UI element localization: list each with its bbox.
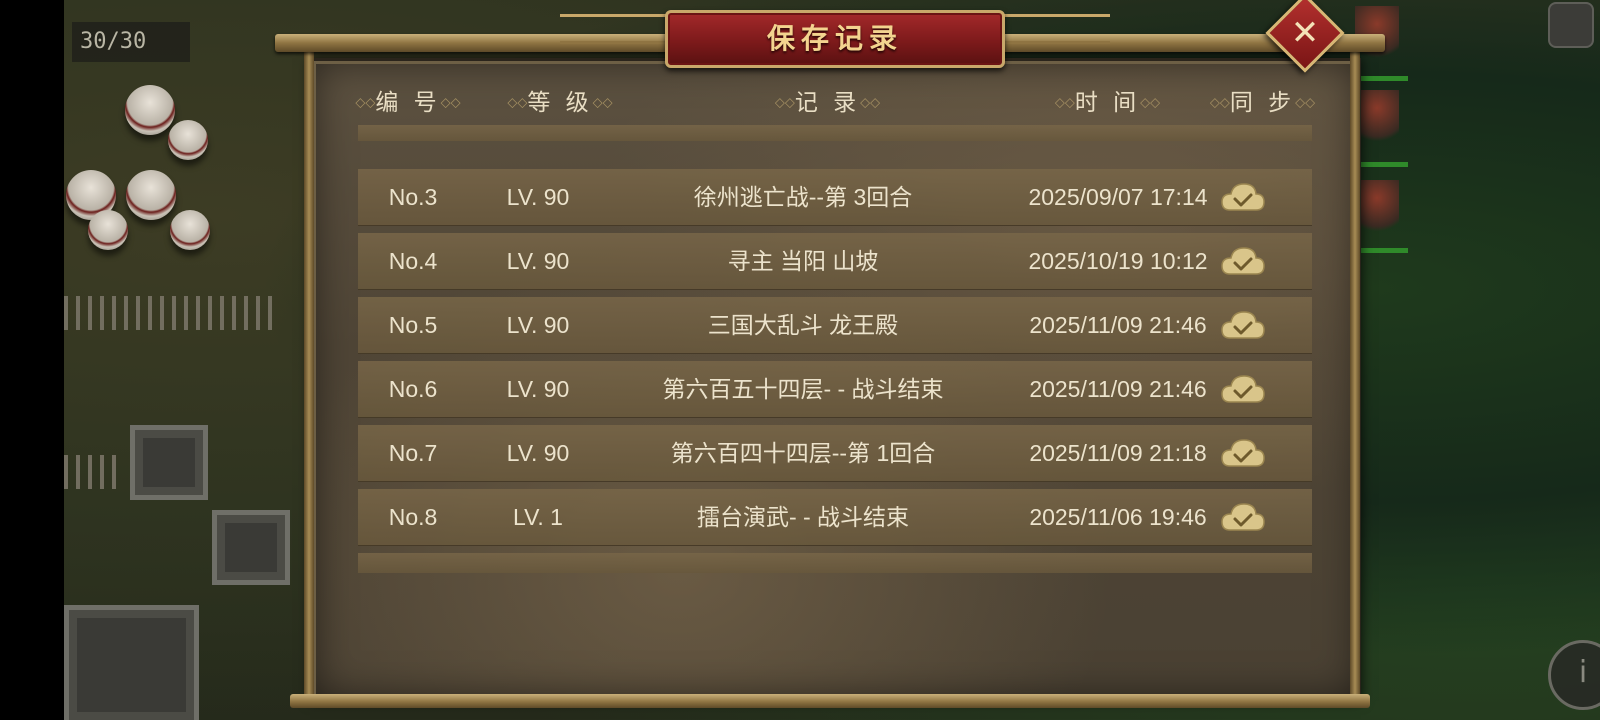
record-title: 第六百五十四层- - 战斗结束: [662, 376, 944, 402]
record-level: LV. 90: [506, 312, 570, 338]
save-record-row[interactable]: No.4 LV. 90 寻主 当阳 山坡 2025/10/19 10:12: [358, 233, 1312, 290]
column-header-record: ◇◇记 录◇◇: [774, 90, 881, 116]
column-header-number: ◇◇编 号◇◇: [355, 90, 461, 116]
record-time: 2025/10/19 10:12: [1028, 248, 1208, 274]
record-level: LV. 90: [506, 184, 570, 210]
record-time: 2025/11/06 19:46: [1029, 504, 1207, 530]
record-number: No.4: [388, 248, 438, 274]
enemy-unit[interactable]: [1355, 90, 1399, 150]
column-header-level: ◇◇等 级◇◇: [507, 90, 613, 116]
dialog-title: 保存记录: [766, 22, 903, 55]
record-number: No.6: [388, 376, 438, 402]
game-screen: 30/30 i 保存记录 ✕ ◇◇编 号◇◇ ◇◇等 级◇◇ ◇◇记 录◇◇ ◇…: [0, 0, 1600, 720]
record-time: 2025/11/09 21:18: [1029, 440, 1207, 466]
tent-icon: [168, 120, 208, 160]
tent-icon: [88, 210, 128, 250]
tent-icon: [170, 210, 210, 250]
fence: [64, 455, 124, 489]
record-title: 第六百四十四层--第 1回合: [670, 440, 936, 466]
cloud-check-icon[interactable]: [1220, 308, 1266, 342]
save-record-row[interactable]: No.8 LV. 1 擂台演武- - 战斗结束 2025/11/06 19:46: [358, 489, 1312, 546]
record-level: LV. 90: [506, 376, 570, 402]
fence: [64, 296, 274, 330]
fort-building: [130, 425, 208, 500]
record-title: 寻主 当阳 山坡: [727, 248, 879, 274]
record-level: LV. 90: [506, 248, 570, 274]
record-time: 2025/09/07 17:14: [1028, 184, 1208, 210]
save-record-row[interactable]: No.6 LV. 90 第六百五十四层- - 战斗结束 2025/11/09 2…: [358, 361, 1312, 418]
save-record-row[interactable]: No.3 LV. 90 徐州逃亡战--第 3回合 2025/09/07 17:1…: [358, 169, 1312, 226]
record-level: LV. 1: [513, 504, 563, 530]
fort-building: [212, 510, 290, 585]
list-item-partial[interactable]: [358, 553, 1312, 573]
dialog-frame-right: [1350, 50, 1360, 698]
dialog-frame-bottom: [290, 694, 1370, 708]
column-header-time: ◇◇时 间◇◇: [1054, 90, 1161, 116]
record-number: No.5: [388, 312, 438, 338]
cloud-check-icon[interactable]: [1220, 500, 1266, 534]
record-time: 2025/11/09 21:46: [1029, 376, 1207, 402]
menu-button[interactable]: [1548, 2, 1594, 48]
record-number: No.3: [388, 184, 438, 210]
ornament-right: [1000, 14, 1110, 44]
save-record-row[interactable]: No.5 LV. 90 三国大乱斗 龙王殿 2025/11/09 21:46: [358, 297, 1312, 354]
tent-icon: [126, 170, 176, 220]
record-number: No.8: [388, 504, 438, 530]
column-header-sync: ◇◇同 步◇◇: [1209, 90, 1316, 116]
record-number: No.7: [388, 440, 438, 466]
record-level: LV. 90: [506, 440, 570, 466]
record-title: 擂台演武- - 战斗结束: [696, 504, 910, 530]
tent-icon: [125, 85, 175, 135]
record-time: 2025/11/09 21:46: [1029, 312, 1207, 338]
save-record-row[interactable]: No.7 LV. 90 第六百四十四层--第 1回合 2025/11/09 21…: [358, 425, 1312, 482]
fort-building: [64, 605, 199, 720]
enemy-unit[interactable]: [1355, 180, 1399, 240]
save-record-list[interactable]: No.3 LV. 90 徐州逃亡战--第 3回合 2025/09/07 17:1…: [358, 125, 1312, 573]
ornament-left: [560, 14, 670, 44]
cloud-check-icon[interactable]: [1220, 372, 1266, 406]
list-item-partial[interactable]: [358, 125, 1312, 141]
record-title: 三国大乱斗 龙王殿: [707, 312, 899, 338]
cloud-check-icon[interactable]: [1220, 244, 1266, 278]
record-title: 徐州逃亡战--第 3回合: [693, 184, 913, 210]
dialog-title-plate: 保存记录: [665, 10, 1005, 68]
unit-counter: 30/30: [72, 22, 190, 62]
cloud-check-icon[interactable]: [1220, 436, 1266, 470]
dialog-frame-left: [304, 50, 314, 698]
cloud-check-icon[interactable]: [1220, 180, 1266, 214]
